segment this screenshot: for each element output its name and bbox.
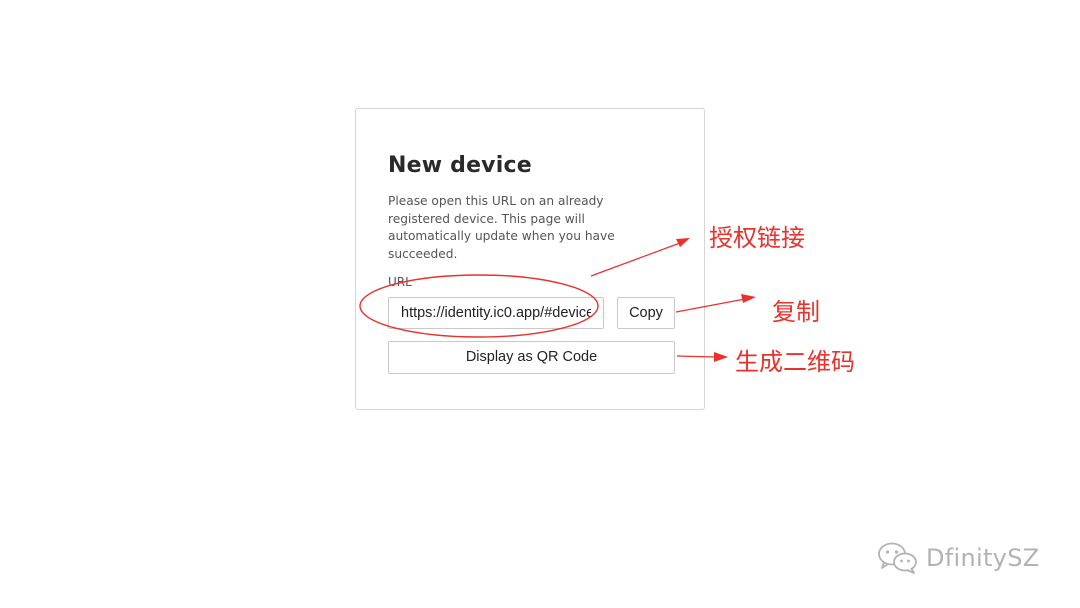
watermark: DfinitySZ: [876, 540, 1039, 576]
display-qr-code-button[interactable]: Display as QR Code: [388, 341, 675, 374]
url-input[interactable]: [388, 297, 604, 329]
annotation-copy: 复制: [772, 298, 820, 326]
dialog-title: New device: [388, 153, 532, 178]
wechat-icon: [878, 542, 917, 574]
url-label: URL: [388, 275, 412, 289]
dialog-description: Please open this URL on an already regis…: [388, 194, 615, 261]
copy-button[interactable]: Copy: [617, 297, 675, 329]
annotation-generate-qr: 生成二维码: [735, 348, 855, 376]
new-device-dialog: New device Please open this URL on an al…: [355, 108, 705, 410]
annotation-auth-link: 授权链接: [709, 224, 805, 252]
watermark-text: DfinitySZ: [926, 544, 1040, 572]
